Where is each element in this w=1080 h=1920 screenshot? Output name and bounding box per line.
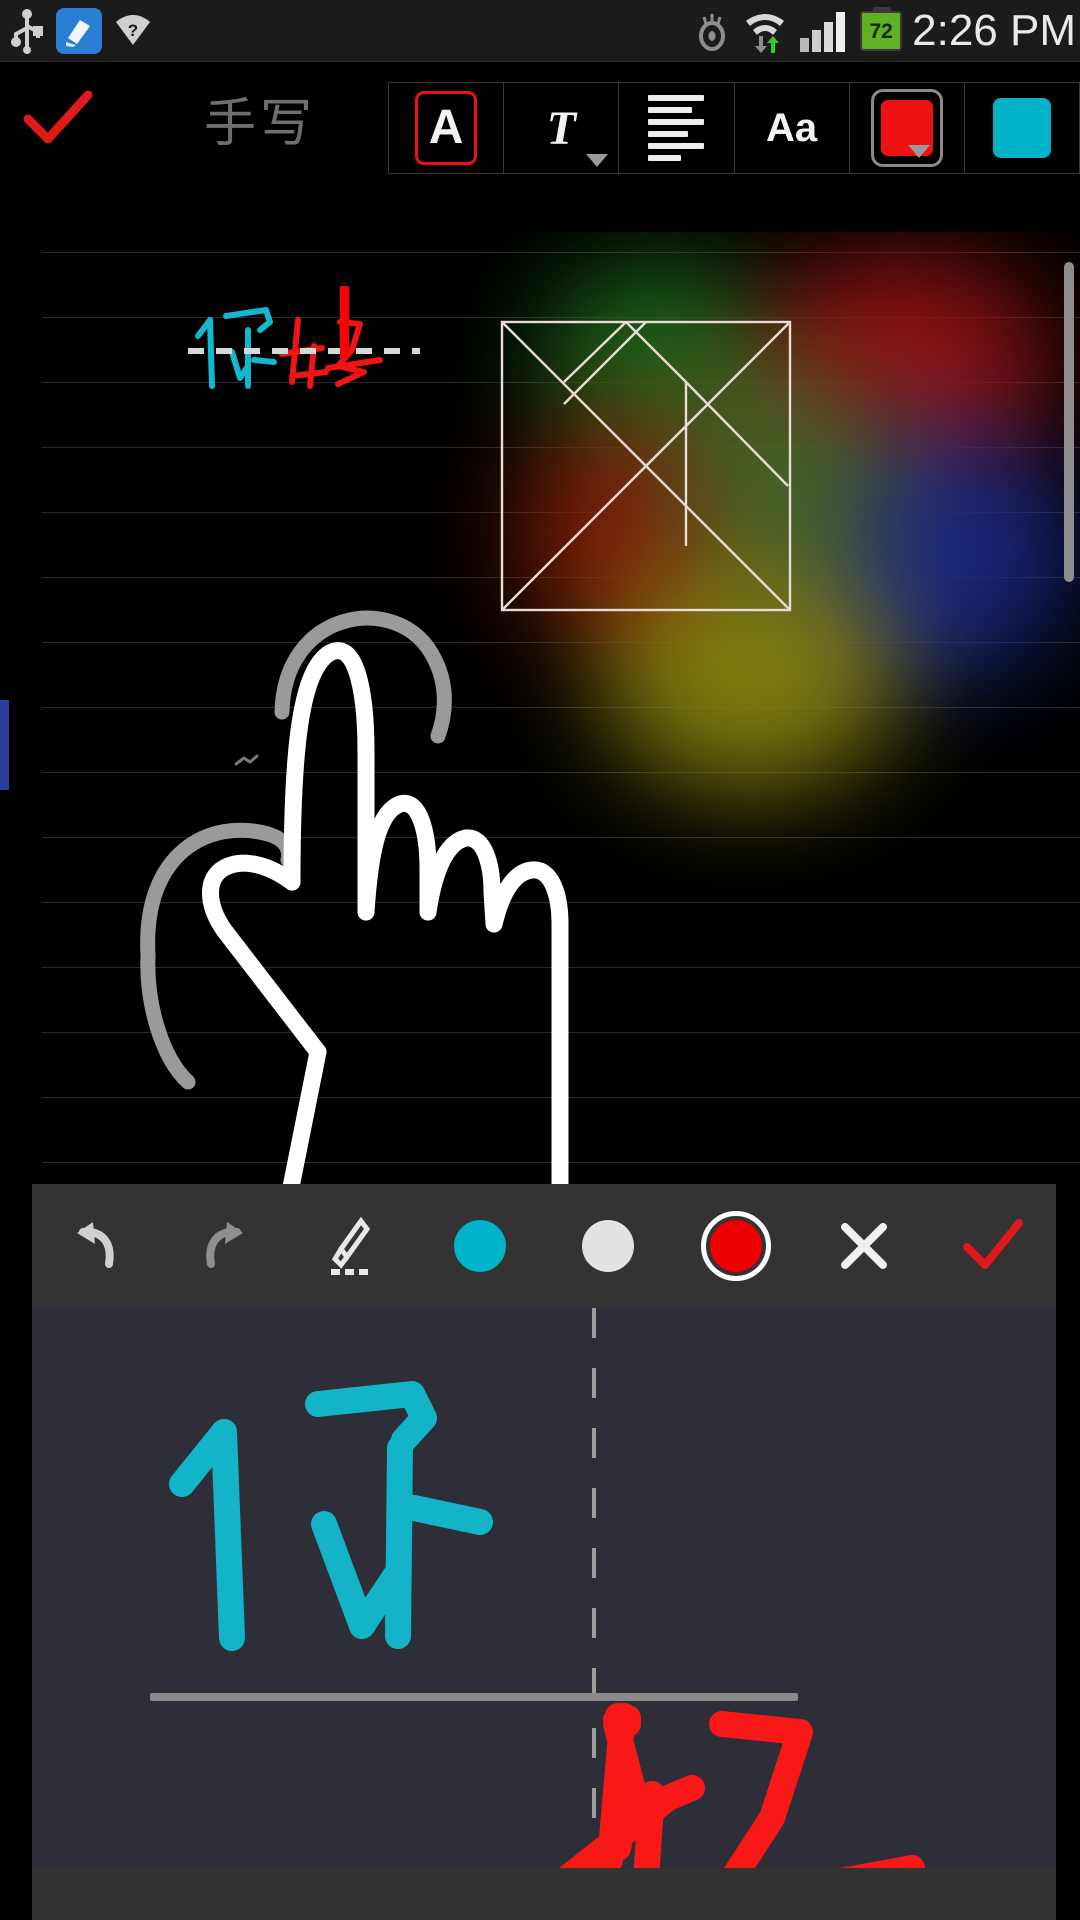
color-dot-red-selected: [701, 1211, 771, 1281]
top-toolbar: 手写 A T Aa: [0, 62, 1080, 174]
stroke-group-red: [547, 1703, 925, 1920]
status-bar-left-icons: ?: [10, 0, 152, 62]
text-color-frame: [870, 89, 943, 167]
text-style-button[interactable]: A: [389, 83, 505, 174]
format-toolbar: A T Aa: [388, 82, 1080, 174]
eraser-icon: [331, 1216, 371, 1275]
vertical-scrollbar[interactable]: [1064, 262, 1074, 582]
color-cyan-button[interactable]: [416, 1184, 544, 1308]
hand-gesture-drawing: [60, 552, 580, 1184]
color-white-button[interactable]: [544, 1184, 672, 1308]
screen-root: ? 72 2:26 PM 手写 A T Aa: [0, 0, 1080, 1920]
eraser-button[interactable]: [288, 1184, 416, 1308]
redo-icon: [206, 1222, 243, 1268]
status-bar-clock: 2:26 PM: [912, 6, 1076, 55]
align-left-icon: [648, 95, 705, 161]
app-icon: [56, 8, 102, 54]
highlight-color-button[interactable]: [964, 83, 1080, 174]
confirm-note-button[interactable]: [8, 62, 108, 174]
wifi-transfer-icon: [746, 14, 785, 53]
wifi-question-icon: ?: [116, 15, 150, 45]
font-style-label: T: [546, 101, 576, 155]
align-button[interactable]: [619, 83, 735, 174]
close-button[interactable]: [800, 1184, 928, 1308]
text-cursor: [340, 286, 349, 358]
font-size-label: Aa: [766, 106, 818, 150]
panel-left-edge: [0, 1184, 32, 1920]
panel-right-edge: [1056, 1184, 1080, 1920]
color-dot-white: [582, 1220, 634, 1272]
page-title: 手写: [203, 94, 316, 153]
highlight-color-swatch: [992, 98, 1051, 158]
eye-icon: [699, 14, 726, 51]
color-red-button[interactable]: [672, 1184, 800, 1308]
handwriting-panel-footer: [32, 1868, 1056, 1920]
handwriting-input-panel[interactable]: [32, 1308, 1056, 1920]
text-style-label: A: [428, 101, 464, 154]
stroke-group-cyan: [169, 1381, 493, 1651]
close-x-icon: [841, 1223, 887, 1269]
text-underline-dotted: [188, 348, 420, 354]
undo-button[interactable]: [32, 1184, 160, 1308]
handwriting-strokes: [32, 1308, 1056, 1920]
text-color-button[interactable]: [849, 83, 965, 174]
signal-bars-icon: [800, 12, 846, 52]
check-icon: [963, 1219, 1023, 1269]
text-style-selected-frame: A: [415, 91, 478, 165]
page-marker: [0, 700, 9, 790]
color-dot-cyan: [454, 1220, 506, 1272]
undo-icon: [77, 1222, 114, 1268]
svg-text:?: ?: [128, 21, 138, 40]
battery-indicator: 72: [860, 7, 903, 51]
chevron-down-icon: [586, 154, 609, 167]
font-style-button[interactable]: T: [504, 83, 620, 174]
accept-button[interactable]: [928, 1184, 1056, 1308]
handwriting-toolbar: [32, 1184, 1056, 1308]
note-canvas[interactable]: [0, 232, 1080, 1184]
usb-icon: [11, 9, 43, 54]
redo-button[interactable]: [160, 1184, 288, 1308]
status-bar: ? 72 2:26 PM: [0, 0, 1080, 62]
chevron-down-icon: [907, 145, 930, 158]
battery-level-label: 72: [869, 19, 893, 43]
font-size-button[interactable]: Aa: [734, 83, 850, 174]
status-bar-right-icons: 72 2:26 PM: [692, 0, 1076, 62]
